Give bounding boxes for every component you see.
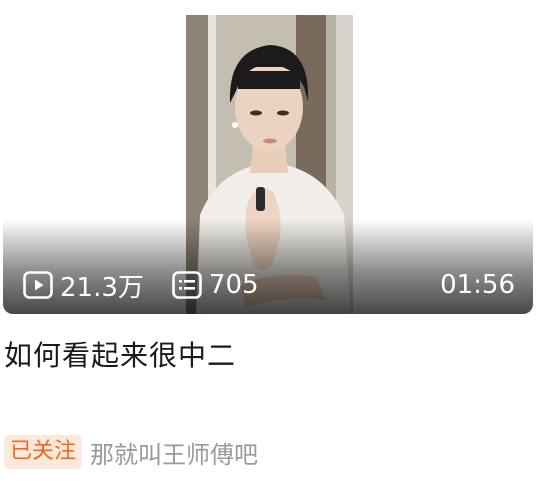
author-name[interactable]: 那就叫王师傅吧 (90, 435, 258, 470)
video-meta: 已关注 那就叫王师傅吧 (4, 434, 258, 470)
play-count: 21.3万 (23, 267, 144, 304)
danmaku-icon (172, 271, 209, 299)
video-cover[interactable]: 21.3万 705 01:56 (3, 15, 533, 314)
followed-badge: 已关注 (4, 435, 83, 469)
video-title[interactable]: 如何看起来很中二 (4, 334, 236, 374)
danmaku-count-value: 705 (208, 270, 259, 300)
play-icon (23, 271, 60, 299)
danmaku-count: 705 (172, 270, 259, 300)
video-card[interactable]: 21.3万 705 01:56 如何看起来很中二 已关注 那就叫王师傅吧 (0, 0, 553, 494)
video-stats-bar: 21.3万 705 01:56 (23, 267, 515, 304)
video-duration: 01:56 (440, 270, 515, 300)
play-count-value: 21.3万 (60, 272, 144, 303)
